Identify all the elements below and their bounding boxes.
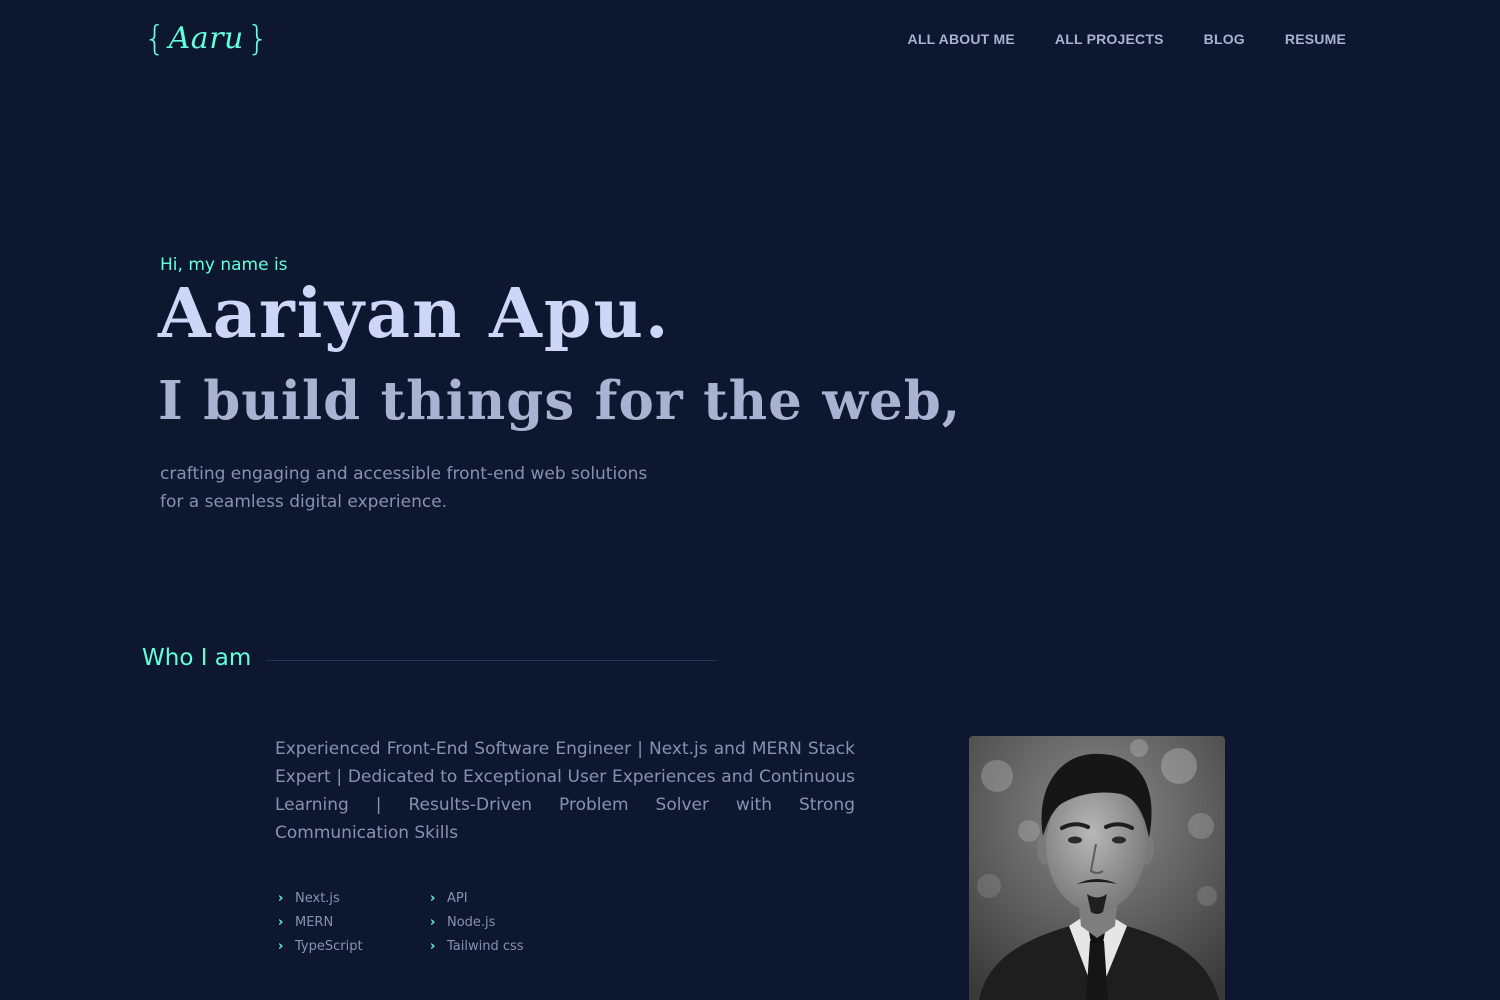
chevron-right-icon: › [278,890,284,906]
nav-item: ALL PROJECTS [1055,29,1164,48]
nav-item: BLOG [1204,29,1245,48]
skill-item: › Node.js [430,910,582,934]
hero-name: Aariyan Apu. [158,274,671,354]
site-logo[interactable]: { Aaru } [144,22,269,56]
logo-open-brace: { [144,19,166,59]
portrait-photo [969,736,1225,1000]
skills-list: › Next.js › API › MERN › Node.js › TypeScript… [278,886,598,958]
nav-link-resume[interactable]: RESUME [1285,31,1346,47]
hero-description-line: for a seamless digital experience. [160,492,448,512]
skill-item: › Tailwind css [430,934,582,958]
skill-item: › API [430,886,582,910]
chevron-right-icon: › [430,938,436,954]
skill-item: › MERN [278,910,430,934]
nav-item: ALL ABOUT ME [908,29,1015,48]
chevron-right-icon: › [430,890,436,906]
section-divider-line [266,660,717,661]
skill-label: Tailwind css [447,938,524,954]
hero-description-line: crafting engaging and accessible front-e… [160,464,648,484]
logo-close-brace: } [246,19,269,59]
skill-label: MERN [295,914,334,930]
chevron-right-icon: › [278,938,284,954]
skill-item: › TypeScript [278,934,430,958]
skill-label: Next.js [295,890,340,906]
skill-item: › Next.js [278,886,430,910]
skill-label: API [447,890,468,906]
hero-greeting: Hi, my name is [160,255,288,275]
chevron-right-icon: › [278,914,284,930]
skill-label: TypeScript [295,938,363,954]
main-nav: ALL ABOUT ME ALL PROJECTS BLOG RESUME [908,29,1346,48]
logo-text: Aaru [168,21,244,56]
hero-description: crafting engaging and accessible front-e… [160,460,680,516]
hero-tagline: I build things for the web, [158,370,962,432]
nav-link-blog[interactable]: BLOG [1204,31,1245,47]
chevron-right-icon: › [430,914,436,930]
nav-link-all-projects[interactable]: ALL PROJECTS [1055,31,1164,47]
nav-item: RESUME [1285,29,1346,48]
skill-label: Node.js [447,914,496,930]
nav-link-all-about-me[interactable]: ALL ABOUT ME [908,31,1015,47]
section-heading-who-i-am: Who I am [142,645,252,671]
about-bio: Experienced Front-End Software Engineer … [275,739,855,843]
